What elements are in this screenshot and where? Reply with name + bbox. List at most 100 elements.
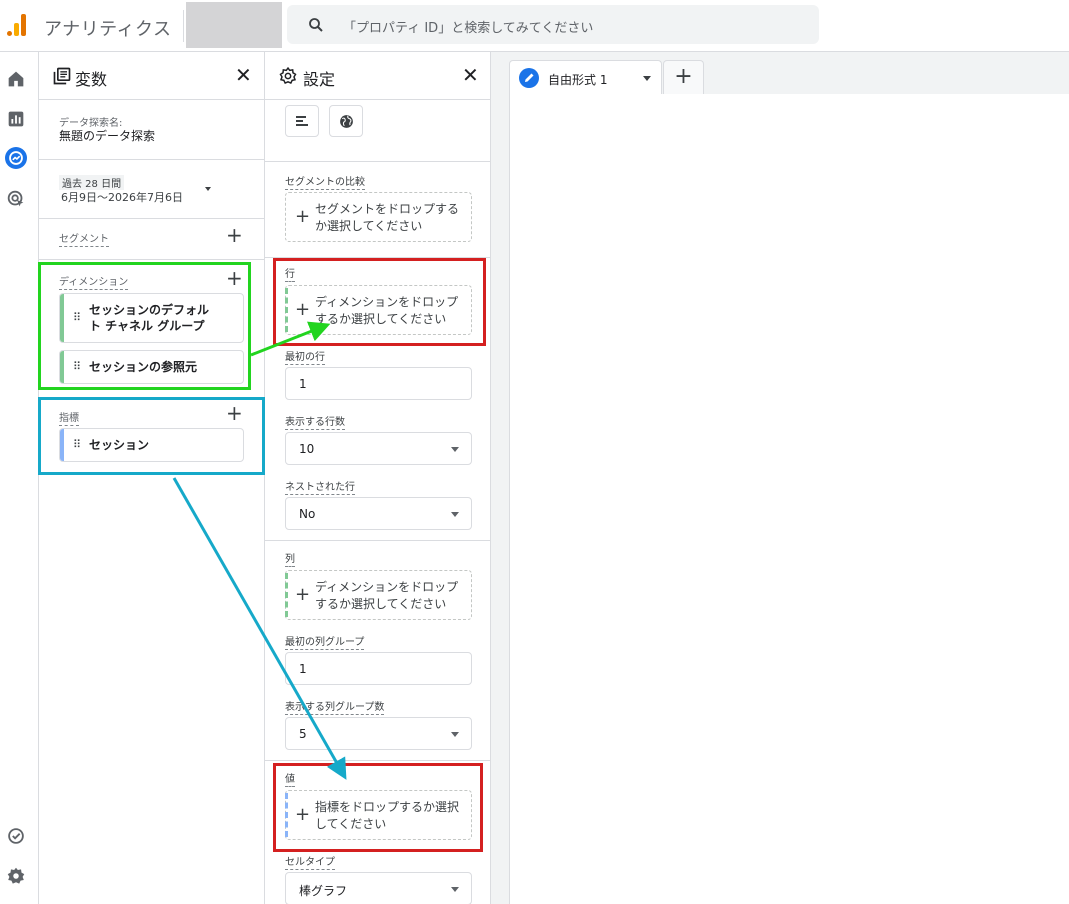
divider <box>265 257 491 258</box>
first-row-value: 1 <box>299 377 307 391</box>
search-bar[interactable]: 「プロパティ ID」と検索してみてください <box>287 5 819 44</box>
first-col-group-input[interactable]: 1 <box>285 652 472 685</box>
nested-rows-select[interactable]: No <box>285 497 472 530</box>
canvas-area[interactable] <box>509 94 1069 904</box>
values-drop-text-line2: してください <box>315 817 387 831</box>
divider <box>39 259 265 260</box>
chevron-down-icon[interactable] <box>643 76 651 81</box>
chevron-down-icon <box>451 447 459 452</box>
settings-icon <box>279 66 297 85</box>
segment-drop-text-line1: セグメントをドロップする <box>315 202 460 216</box>
rows-label: 行 <box>285 265 295 282</box>
explore-icon[interactable] <box>5 147 27 169</box>
nested-rows-label: ネストされた行 <box>285 478 355 495</box>
chevron-down-icon[interactable] <box>205 187 211 191</box>
divider <box>265 161 491 162</box>
advertising-icon[interactable] <box>5 188 27 210</box>
col-groups-shown-label: 表示する列グループ数 <box>285 698 385 715</box>
add-tab-button[interactable]: + <box>663 60 704 94</box>
divider <box>265 540 491 541</box>
dimension-chip[interactable]: ⠿ セッションの参照元 <box>59 350 244 384</box>
top-bar: アナリティクス 「プロパティ ID」と検索してみてください <box>0 0 1069 52</box>
columns-drop-text-line2: するか選択してください <box>315 597 447 611</box>
drag-handle-icon[interactable]: ⠿ <box>73 360 81 373</box>
chevron-down-icon <box>451 887 459 892</box>
rows-drop-text-line2: するか選択してください <box>315 312 447 326</box>
cell-type-value: 棒グラフ <box>299 884 348 898</box>
divider <box>265 760 491 761</box>
close-icon[interactable]: ✕ <box>235 65 252 85</box>
exploration-name[interactable]: 無題のデータ探索 <box>59 127 155 144</box>
first-col-group-value: 1 <box>299 662 307 676</box>
cell-type-select[interactable]: 棒グラフ <box>285 872 472 904</box>
reports-icon[interactable] <box>5 108 27 130</box>
values-label: 値 <box>285 770 295 787</box>
visualization-geo-button[interactable] <box>329 105 363 137</box>
chevron-down-icon <box>451 732 459 737</box>
segment-drop-zone[interactable]: + セグメントをドロップする か選択してください <box>285 192 472 242</box>
exploration-canvas: 自由形式 1 + <box>491 52 1069 904</box>
rows-shown-label: 表示する行数 <box>285 413 345 430</box>
drag-handle-icon[interactable]: ⠿ <box>73 311 81 324</box>
values-drop-zone[interactable]: + 指標をドロップするか選択 してください <box>285 790 472 840</box>
tab-active-indicator <box>510 92 661 94</box>
first-row-label: 最初の行 <box>285 348 325 365</box>
dimension-label-line1: セッションのデフォル <box>89 303 210 317</box>
plus-icon: + <box>295 804 311 825</box>
dimension-edge <box>285 573 288 617</box>
dimension-color-bar <box>60 351 64 383</box>
columns-label: 列 <box>285 550 295 567</box>
visualization-table-button[interactable] <box>285 105 319 137</box>
add-metric-button[interactable]: + <box>226 403 243 423</box>
variables-panel: 変数 ✕ データ探索名: 無題のデータ探索 過去 28 日間 6月9日～2026… <box>39 52 265 904</box>
admin-check-icon[interactable] <box>5 825 27 847</box>
columns-drop-text-line1: ディメンションをドロップ <box>315 580 459 594</box>
search-icon <box>309 18 323 32</box>
add-segment-button[interactable]: + <box>226 225 243 245</box>
columns-drop-zone[interactable]: + ディメンションをドロップ するか選択してください <box>285 570 472 620</box>
rows-drop-zone[interactable]: + ディメンションをドロップ するか選択してください <box>285 285 472 335</box>
divider <box>39 218 265 219</box>
drag-handle-icon[interactable]: ⠿ <box>73 438 81 451</box>
first-col-group-label: 最初の列グループ <box>285 633 365 650</box>
values-drop-text-line1: 指標をドロップするか選択 <box>315 800 460 814</box>
search-placeholder: 「プロパティ ID」と検索してみてください <box>343 21 594 36</box>
settings-panel: 設定 ✕ セグメントの比較 + セグメントをドロップする か選択してください 行… <box>265 52 491 904</box>
app-title: アナリティクス <box>44 19 172 40</box>
home-icon[interactable] <box>5 68 27 90</box>
dimension-chip[interactable]: ⠿ セッションのデフォル ト チャネル グループ <box>59 293 244 343</box>
rows-shown-select[interactable]: 10 <box>285 432 472 465</box>
dimension-label: セッションの参照元 <box>89 360 198 374</box>
plus-icon: + <box>295 206 311 227</box>
segments-label: セグメント <box>59 230 109 247</box>
rows-shown-value: 10 <box>299 442 315 456</box>
segment-compare-label: セグメントの比較 <box>285 173 365 190</box>
divider <box>183 10 184 42</box>
metrics-label: 指標 <box>59 409 79 426</box>
divider <box>39 159 265 160</box>
left-nav <box>0 52 39 904</box>
settings-gear-icon[interactable] <box>5 865 27 887</box>
tab-freeform-1[interactable]: 自由形式 1 <box>509 60 662 94</box>
pencil-icon <box>519 68 539 88</box>
add-dimension-button[interactable]: + <box>226 268 243 288</box>
dimensions-label: ディメンション <box>59 273 129 290</box>
property-selector[interactable] <box>186 2 282 48</box>
globe-icon <box>340 115 353 128</box>
divider <box>265 99 491 100</box>
dimension-color-bar <box>60 294 64 342</box>
dimension-label-line2: ト チャネル グループ <box>89 319 205 333</box>
plus-icon: + <box>295 299 311 320</box>
close-icon[interactable]: ✕ <box>462 65 479 85</box>
col-groups-shown-select[interactable]: 5 <box>285 717 472 750</box>
metric-label: セッション <box>89 438 150 452</box>
chevron-down-icon <box>451 512 459 517</box>
metric-chip[interactable]: ⠿ セッション <box>59 428 244 462</box>
metric-edge <box>285 793 288 837</box>
date-range[interactable]: 6月9日～2026年7月6日 <box>61 189 183 205</box>
table-icon <box>296 116 308 126</box>
first-row-input[interactable]: 1 <box>285 367 472 400</box>
dimension-edge <box>285 288 288 332</box>
analytics-logo-icon[interactable] <box>6 14 28 36</box>
nested-rows-value: No <box>299 507 316 521</box>
